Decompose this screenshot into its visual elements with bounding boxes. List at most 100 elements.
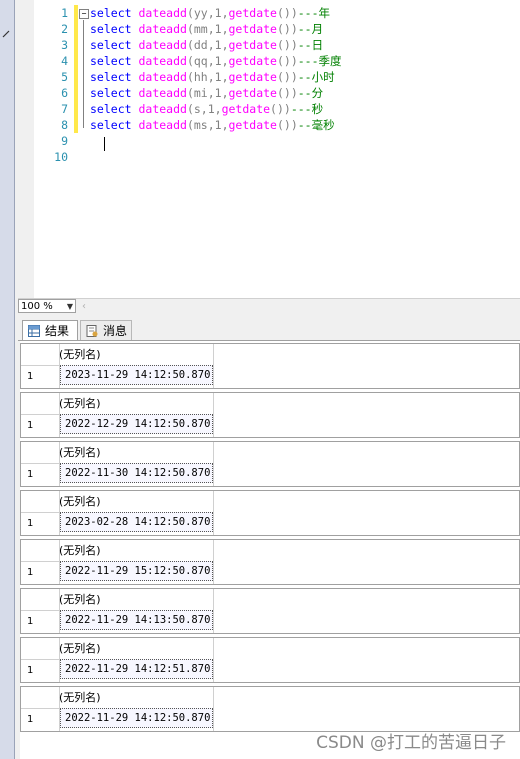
- watermark: CSDN @打工的苦逼日子: [316, 733, 506, 753]
- function-name: dateadd: [138, 70, 187, 84]
- comment: --分: [297, 86, 324, 100]
- row-number[interactable]: 1: [27, 420, 33, 431]
- result-cell[interactable]: 2022-11-29 15:12:50.870: [60, 561, 213, 581]
- zoom-bar: 100 % ▼ ‹: [18, 298, 520, 315]
- keyword: select: [90, 54, 132, 68]
- row-number[interactable]: 1: [27, 714, 33, 725]
- result-grid[interactable]: (无列名) 1 2022-11-29 14:13:50.870: [20, 588, 520, 634]
- arguments: (dd,1,: [186, 38, 229, 52]
- code-line[interactable]: 7 select dateadd(s,1,getdate())---秒: [18, 101, 520, 117]
- keyword: select: [90, 118, 132, 132]
- arguments: (yy,1,: [186, 6, 229, 20]
- arguments: (s,1,: [186, 102, 222, 116]
- result-tabs: 结果 消息: [18, 318, 520, 341]
- tab-results-label: 结果: [45, 324, 70, 338]
- function-name: getdate: [228, 70, 277, 84]
- row-number[interactable]: 1: [27, 665, 33, 676]
- column-header[interactable]: (无列名): [59, 346, 101, 362]
- code-line[interactable]: 4 select dateadd(qq,1,getdate())---季度: [18, 53, 520, 69]
- line-number: 6: [61, 86, 68, 100]
- comment: --小时: [297, 70, 335, 84]
- function-name: getdate: [228, 86, 277, 100]
- row-number[interactable]: 1: [27, 518, 33, 529]
- column-header[interactable]: (无列名): [59, 542, 101, 558]
- punctuation: ()): [270, 102, 291, 116]
- column-header[interactable]: (无列名): [59, 689, 101, 705]
- change-marker: [74, 5, 78, 21]
- keyword: select: [90, 70, 132, 84]
- result-grid[interactable]: (无列名) 1 2022-11-30 14:12:50.870: [20, 441, 520, 487]
- result-cell[interactable]: 2022-11-29 14:13:50.870: [60, 610, 213, 630]
- result-cell[interactable]: 2023-11-29 14:12:50.870: [60, 365, 213, 385]
- function-name: dateadd: [138, 118, 187, 132]
- row-number[interactable]: 1: [27, 371, 33, 382]
- function-name: dateadd: [138, 38, 187, 52]
- column-divider: [213, 638, 214, 682]
- code-line[interactable]: 3 select dateadd(dd,1,getdate())--日: [18, 37, 520, 53]
- line-number: 4: [61, 54, 68, 68]
- code-line[interactable]: 8 select dateadd(ms,1,getdate())--毫秒: [18, 117, 520, 133]
- column-divider: [213, 589, 214, 633]
- code-line[interactable]: 10: [18, 149, 520, 165]
- result-grid[interactable]: (无列名) 1 2023-02-28 14:12:50.870: [20, 490, 520, 536]
- punctuation: ()): [276, 118, 298, 132]
- result-cell[interactable]: 2023-02-28 14:12:50.870: [60, 512, 213, 532]
- chevron-down-icon[interactable]: ▼: [67, 300, 73, 314]
- code-line[interactable]: 2 select dateadd(mm,1,getdate())--月: [18, 21, 520, 37]
- punctuation: ()): [276, 54, 298, 68]
- scroll-left-icon[interactable]: ‹: [82, 299, 86, 314]
- code-line[interactable]: 6 select dateadd(mi,1,getdate())--分: [18, 85, 520, 101]
- row-number[interactable]: 1: [27, 567, 33, 578]
- zoom-select[interactable]: 100 % ▼: [18, 299, 76, 313]
- column-header[interactable]: (无列名): [59, 395, 101, 411]
- comment: ---年: [297, 6, 331, 20]
- zoom-value: 100 %: [21, 301, 53, 312]
- pin-icon[interactable]: [2, 30, 11, 39]
- left-side-panel: [0, 0, 15, 759]
- line-number: 8: [61, 118, 68, 132]
- arguments: (ms,1,: [186, 118, 229, 132]
- result-grid[interactable]: (无列名) 1 2022-12-29 14:12:50.870: [20, 392, 520, 438]
- line-number: 9: [61, 134, 68, 148]
- result-cell[interactable]: 2022-12-29 14:12:50.870: [60, 414, 213, 434]
- function-name: getdate: [228, 6, 277, 20]
- grid-icon: [28, 325, 40, 337]
- line-number: 10: [54, 150, 68, 164]
- code-text: select dateadd(hh,1,getdate())--小时: [90, 69, 335, 85]
- result-cell[interactable]: 2022-11-29 14:12:50.870: [60, 708, 213, 728]
- sql-editor[interactable]: 1− select dateadd(yy,1,getdate())---年 2 sel…: [18, 0, 520, 298]
- column-header[interactable]: (无列名): [59, 591, 101, 607]
- result-grid[interactable]: (无列名) 1 2022-11-29 15:12:50.870: [20, 539, 520, 585]
- change-marker: [74, 85, 78, 101]
- keyword: select: [90, 102, 132, 116]
- collapse-icon[interactable]: −: [79, 9, 89, 19]
- tab-messages-label: 消息: [103, 324, 128, 338]
- column-header[interactable]: (无列名): [59, 493, 101, 509]
- result-grid[interactable]: (无列名) 1 2023-11-29 14:12:50.870: [20, 343, 520, 389]
- result-cell[interactable]: 2022-11-29 14:12:51.870: [60, 659, 213, 679]
- code-text: select dateadd(mi,1,getdate())--分: [90, 85, 323, 101]
- comment: ---季度: [297, 54, 342, 68]
- keyword: select: [90, 6, 132, 20]
- column-header[interactable]: (无列名): [59, 444, 101, 460]
- result-cell[interactable]: 2022-11-30 14:12:50.870: [60, 463, 213, 483]
- tab-messages[interactable]: 消息: [80, 320, 132, 340]
- code-text: select dateadd(ms,1,getdate())--毫秒: [90, 117, 335, 133]
- column-header[interactable]: (无列名): [59, 640, 101, 656]
- function-name: getdate: [228, 22, 277, 36]
- row-number[interactable]: 1: [27, 616, 33, 627]
- result-grid[interactable]: (无列名) 1 2022-11-29 14:12:50.870: [20, 686, 520, 732]
- row-number[interactable]: 1: [27, 469, 33, 480]
- tab-results[interactable]: 结果: [22, 320, 78, 340]
- keyword: select: [90, 86, 132, 100]
- code-line[interactable]: 1 − select dateadd(yy,1,getdate())---年: [18, 5, 520, 21]
- function-name: getdate: [228, 118, 277, 132]
- line-number: 7: [61, 102, 68, 116]
- function-name: dateadd: [138, 22, 187, 36]
- comment: --日: [297, 38, 324, 52]
- change-marker: [74, 69, 78, 85]
- column-divider: [213, 687, 214, 731]
- code-line[interactable]: 5 select dateadd(hh,1,getdate())--小时: [18, 69, 520, 85]
- result-grid[interactable]: (无列名) 1 2022-11-29 14:12:51.870: [20, 637, 520, 683]
- code-line[interactable]: 9: [18, 133, 520, 149]
